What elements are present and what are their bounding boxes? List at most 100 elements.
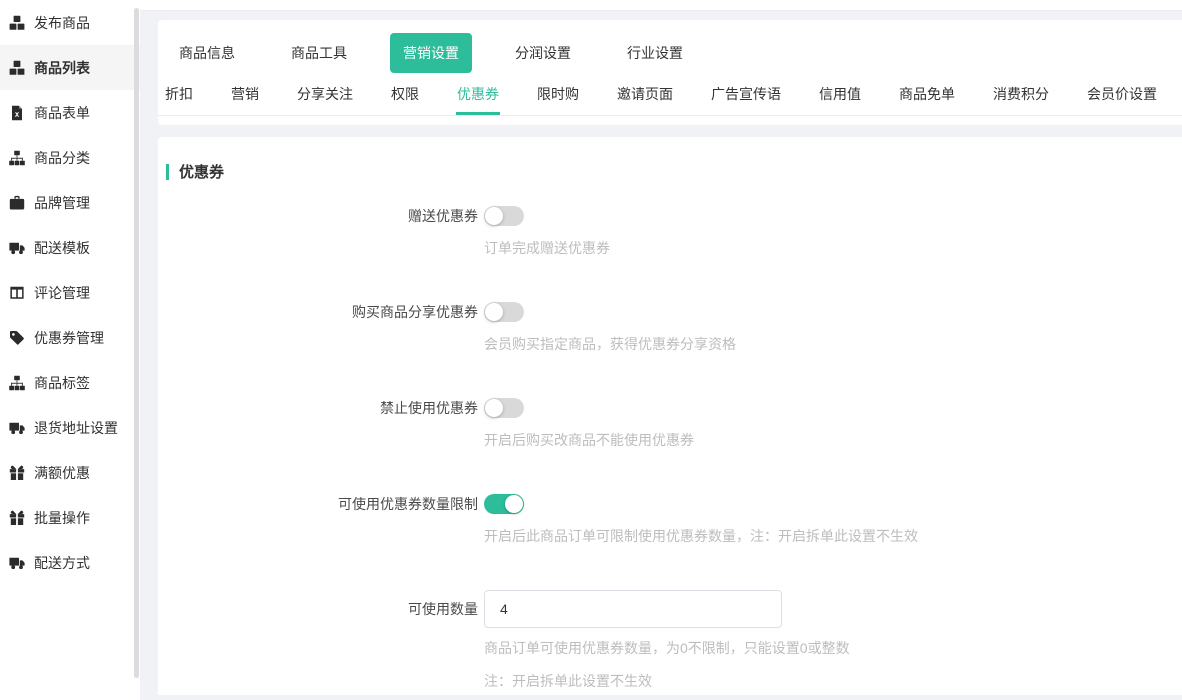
main-area: 商品信息商品工具营销设置分润设置行业设置 折扣营销分享关注权限优惠券限时购邀请页… — [140, 0, 1182, 700]
form-row-label: 可使用数量 — [166, 599, 478, 619]
toggle-knob — [485, 207, 503, 225]
main-tab[interactable]: 行业设置 — [614, 33, 696, 73]
tag-icon — [9, 330, 25, 346]
columns-icon — [9, 285, 25, 301]
form-row: 可使用优惠券数量限制 开启后此商品订单可限制使用优惠券数量，注：开启拆单此设置不… — [166, 494, 1182, 546]
sidebar-item-label: 配送模板 — [34, 238, 90, 258]
sub-tab[interactable]: 营销 — [230, 75, 260, 115]
cubes-icon — [9, 15, 25, 31]
helper-texts: 商品订单可使用优惠券数量，为0不限制，只能设置0或整数注：开启拆单此设置不生效 — [484, 639, 1182, 691]
sidebar-item[interactable]: 配送方式 — [0, 540, 140, 585]
sub-tab[interactable]: 邀请页面 — [616, 75, 674, 115]
sitemap-icon — [9, 150, 25, 166]
helper-texts: 开启后此商品订单可限制使用优惠券数量，注：开启拆单此设置不生效 — [484, 527, 1182, 546]
sidebar-scrollbar[interactable] — [134, 8, 139, 678]
sub-tab[interactable]: 限时购 — [536, 75, 580, 115]
helper-texts: 会员购买指定商品，获得优惠券分享资格 — [484, 335, 1182, 354]
helper-text: 开启后此商品订单可限制使用优惠券数量，注：开启拆单此设置不生效 — [484, 527, 1182, 546]
toggle-switch[interactable] — [484, 398, 524, 418]
main-tab[interactable]: 商品工具 — [278, 33, 360, 73]
sidebar-item-label: 发布商品 — [34, 13, 90, 33]
content-card: 优惠券 赠送优惠券 订单完成赠送优惠券 购买商品分享优惠券 会员购买指定商品，获… — [158, 137, 1182, 695]
helper-text: 会员购买指定商品，获得优惠券分享资格 — [484, 335, 1182, 354]
form-row: 赠送优惠券 订单完成赠送优惠券 — [166, 206, 1182, 258]
sidebar-item-label: 满额优惠 — [34, 463, 90, 483]
settings-form: 赠送优惠券 订单完成赠送优惠券 购买商品分享优惠券 会员购买指定商品，获得优惠券… — [166, 206, 1182, 691]
briefcase-icon — [9, 195, 25, 211]
sidebar-item[interactable]: 发布商品 — [0, 0, 140, 45]
truck-icon — [9, 555, 25, 571]
main-tab[interactable]: 分润设置 — [502, 33, 584, 73]
sidebar-item-label: 配送方式 — [34, 553, 90, 573]
main-tabs: 商品信息商品工具营销设置分润设置行业设置 — [158, 20, 1182, 75]
main-tab[interactable]: 商品信息 — [166, 33, 248, 73]
form-row-label: 可使用优惠券数量限制 — [166, 494, 478, 514]
section-header: 优惠券 — [166, 161, 1182, 182]
sidebar-item-label: 批量操作 — [34, 508, 90, 528]
sidebar-item[interactable]: 满额优惠 — [0, 450, 140, 495]
sidebar-item[interactable]: 品牌管理 — [0, 180, 140, 225]
top-header-strip — [140, 0, 1182, 11]
toggle-switch[interactable] — [484, 302, 524, 322]
sidebar-item-label: 品牌管理 — [34, 193, 90, 213]
form-row: 可使用数量 商品订单可使用优惠券数量，为0不限制，只能设置0或整数注：开启拆单此… — [166, 590, 1182, 691]
main-tab[interactable]: 营销设置 — [390, 33, 472, 73]
sidebar-nav: 发布商品 商品列表 商品表单 商品分类 品牌管理 配送模板 评论管理 优惠券管理… — [0, 0, 140, 585]
sidebar-item-label: 商品分类 — [34, 148, 90, 168]
truck-icon — [9, 420, 25, 436]
sub-tab[interactable]: 信用值 — [818, 75, 862, 115]
sub-tab[interactable]: 会员价设置 — [1086, 75, 1158, 115]
toggle-knob — [485, 399, 503, 417]
sidebar-item[interactable]: 商品表单 — [0, 90, 140, 135]
sub-tab[interactable]: 权限 — [390, 75, 420, 115]
helper-text: 订单完成赠送优惠券 — [484, 239, 1182, 258]
helper-text: 注：开启拆单此设置不生效 — [484, 672, 1182, 691]
quantity-input[interactable] — [484, 590, 782, 628]
sidebar-item[interactable]: 批量操作 — [0, 495, 140, 540]
sidebar-item[interactable]: 评论管理 — [0, 270, 140, 315]
form-row-label: 购买商品分享优惠券 — [166, 302, 478, 322]
sub-tab[interactable]: 分享关注 — [296, 75, 354, 115]
sidebar-item-label: 优惠券管理 — [34, 328, 104, 348]
app-root: 发布商品 商品列表 商品表单 商品分类 品牌管理 配送模板 评论管理 优惠券管理… — [0, 0, 1182, 700]
sidebar-item[interactable]: 退货地址设置 — [0, 405, 140, 450]
section-title: 优惠券 — [179, 161, 224, 182]
gift-icon — [9, 510, 25, 526]
sidebar-item-label: 商品列表 — [34, 58, 90, 78]
sidebar-item[interactable]: 商品列表 — [0, 45, 140, 90]
sub-tab[interactable]: 消费积分 — [992, 75, 1050, 115]
sidebar-item[interactable]: 配送模板 — [0, 225, 140, 270]
toggle-switch[interactable] — [484, 206, 524, 226]
form-row: 购买商品分享优惠券 会员购买指定商品，获得优惠券分享资格 — [166, 302, 1182, 354]
gift-icon — [9, 465, 25, 481]
tabs-card: 商品信息商品工具营销设置分润设置行业设置 折扣营销分享关注权限优惠券限时购邀请页… — [158, 20, 1182, 125]
cubes-icon — [9, 60, 25, 76]
form-row: 禁止使用优惠券 开启后购买改商品不能使用优惠券 — [166, 398, 1182, 450]
helper-texts: 订单完成赠送优惠券 — [484, 239, 1182, 258]
sidebar-item-label: 商品表单 — [34, 103, 90, 123]
sidebar-item-label: 评论管理 — [34, 283, 90, 303]
sub-tab[interactable]: 广告宣传语 — [710, 75, 782, 115]
sidebar: 发布商品 商品列表 商品表单 商品分类 品牌管理 配送模板 评论管理 优惠券管理… — [0, 0, 140, 700]
sidebar-item-label: 退货地址设置 — [34, 418, 118, 438]
sub-tab[interactable]: 优惠券 — [456, 75, 500, 115]
sitemap-icon — [9, 375, 25, 391]
helper-text: 开启后购买改商品不能使用优惠券 — [484, 431, 1182, 450]
sidebar-item[interactable]: 商品标签 — [0, 360, 140, 405]
helper-texts: 开启后购买改商品不能使用优惠券 — [484, 431, 1182, 450]
form-row-label: 禁止使用优惠券 — [166, 398, 478, 418]
sub-tab[interactable]: 商品免单 — [898, 75, 956, 115]
sidebar-item[interactable]: 优惠券管理 — [0, 315, 140, 360]
form-row-label: 赠送优惠券 — [166, 206, 478, 226]
toggle-knob — [505, 495, 523, 513]
truck-icon — [9, 240, 25, 256]
file-x-icon — [9, 105, 25, 121]
toggle-knob — [485, 303, 503, 321]
helper-text: 商品订单可使用优惠券数量，为0不限制，只能设置0或整数 — [484, 639, 1182, 658]
sidebar-item-label: 商品标签 — [34, 373, 90, 393]
accent-bar — [166, 164, 169, 180]
toggle-switch[interactable] — [484, 494, 524, 514]
sub-tab[interactable]: 折扣 — [164, 75, 194, 115]
sidebar-item[interactable]: 商品分类 — [0, 135, 140, 180]
sub-tabs: 折扣营销分享关注权限优惠券限时购邀请页面广告宣传语信用值商品免单消费积分会员价设… — [158, 75, 1182, 116]
